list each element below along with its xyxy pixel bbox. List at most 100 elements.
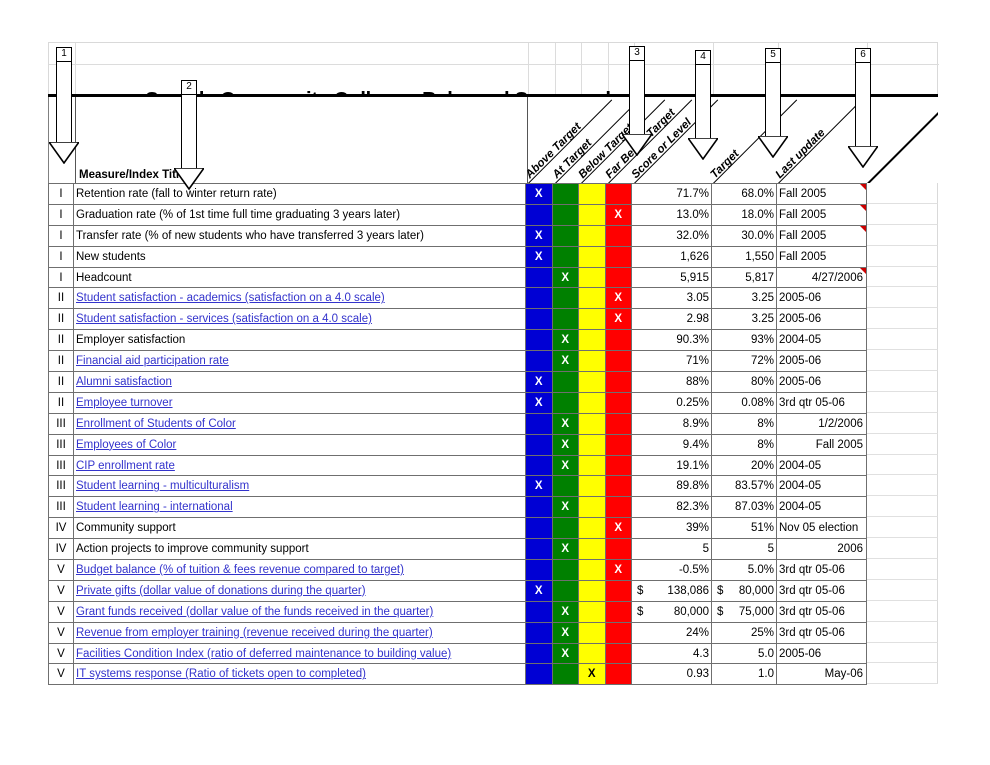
last-update-text: Fall 2005 [779, 208, 827, 221]
cell-at-target [551, 308, 579, 331]
cell-score-or-level: 4.3 [631, 642, 712, 665]
cell-above-target: X [525, 245, 553, 268]
cell-goal: V [48, 642, 74, 665]
table-row: I Retention rate (fall to winter return r… [48, 183, 867, 205]
cell-last-update: 4/27/2006 [776, 266, 867, 289]
cell-at-target [551, 183, 579, 205]
cell-measure-title[interactable]: IT systems response (Ratio of tickets op… [73, 663, 526, 686]
cell-measure-title[interactable]: Private gifts (dollar value of donations… [73, 579, 526, 602]
table-row: II Financial aid participation rate X 71% 72… [48, 350, 867, 373]
cell-measure-title[interactable]: Financial aid participation rate [73, 350, 526, 373]
callout-number: 2 [181, 80, 197, 95]
cell-last-update: 2004-05 [776, 496, 867, 519]
comment-marker-icon[interactable] [860, 184, 866, 190]
cell-score-or-level: 90.3% [631, 329, 712, 352]
cell-score-or-level: 5 [631, 538, 712, 561]
callout-arrow-5: 5 [758, 48, 788, 158]
cell-at-target [551, 663, 579, 686]
comment-marker-icon[interactable] [860, 205, 866, 211]
cell-at-target [551, 287, 579, 310]
last-update-text: 3rd qtr 05-06 [779, 396, 845, 409]
cell-far-below-target [604, 454, 632, 477]
cell-measure-title[interactable]: Grant funds received (dollar value of th… [73, 600, 526, 623]
target-value: 80,000 [738, 584, 774, 597]
cell-above-target: X [525, 579, 553, 602]
cell-last-update: 3rd qtr 05-06 [776, 391, 867, 414]
cell-target: 93% [711, 329, 777, 352]
cell-at-target [551, 579, 579, 602]
empty-cell [866, 579, 938, 601]
score-value: 138,086 [667, 584, 709, 597]
score-value: 80,000 [673, 605, 709, 618]
cell-goal: III [48, 433, 74, 456]
cell-measure-title[interactable]: Budget balance (% of tuition & fees reve… [73, 559, 526, 581]
cell-measure-title[interactable]: Student learning - international [73, 496, 526, 519]
cell-last-update: 3rd qtr 05-06 [776, 579, 867, 602]
cell-below-target [578, 183, 606, 205]
scorecard-table: I Retention rate (fall to winter return r… [48, 183, 867, 686]
cell-target: 1.0 [711, 663, 777, 686]
empty-cell [866, 371, 938, 392]
cell-goal: II [48, 350, 74, 373]
cell-measure-title[interactable]: Employees of Color [73, 433, 526, 456]
cell-measure-title[interactable]: Enrollment of Students of Color [73, 412, 526, 435]
cell-last-update: 3rd qtr 05-06 [776, 600, 867, 623]
cell-goal: II [48, 371, 74, 393]
cell-below-target [578, 350, 606, 373]
cell-far-below-target [604, 663, 632, 686]
cell-above-target [525, 308, 553, 331]
cell-far-below-target: X [604, 308, 632, 331]
cell-below-target [578, 517, 606, 540]
cell-measure-title[interactable]: Student satisfaction - academics (satisf… [73, 287, 526, 310]
cell-at-target: X [551, 454, 579, 477]
comment-marker-icon[interactable] [860, 226, 866, 232]
cell-target: $75,000 [711, 600, 777, 623]
cell-measure-title[interactable]: CIP enrollment rate [73, 454, 526, 477]
empty-cell [866, 224, 938, 246]
cell-far-below-target: X [604, 287, 632, 310]
cell-measure-title[interactable]: Alumni satisfaction [73, 371, 526, 393]
last-update-text: Fall 2005 [815, 438, 863, 451]
cell-measure-title[interactable]: Student learning - multiculturalism [73, 475, 526, 498]
cell-score-or-level: 32.0% [631, 224, 712, 247]
table-row: III Enrollment of Students of Color X 8.9% 8… [48, 412, 867, 435]
cell-measure-title: Headcount [73, 266, 526, 289]
comment-marker-icon[interactable] [860, 268, 866, 274]
table-row: II Employee turnover X 0.25% 0.08% 3rd qtr 05… [48, 391, 867, 414]
cell-above-target [525, 600, 553, 623]
cell-measure-title[interactable]: Facilities Condition Index (ratio of def… [73, 642, 526, 665]
empty-cell [866, 642, 938, 664]
cell-above-target [525, 496, 553, 519]
table-row: V Budget balance (% of tuition & fees rev… [48, 559, 867, 581]
cell-measure-title[interactable]: Revenue from employer training (revenue … [73, 621, 526, 644]
cell-below-target [578, 475, 606, 498]
cell-target: $80,000 [711, 579, 777, 602]
empty-cell [866, 203, 938, 225]
cell-target: 1,550 [711, 245, 777, 268]
last-update-text: 2005-06 [779, 292, 822, 305]
cell-goal: IV [48, 538, 74, 561]
cell-above-target [525, 203, 553, 226]
last-update-text: 2005-06 [779, 647, 822, 660]
callout-arrowhead-icon [49, 142, 79, 164]
cell-measure-title[interactable]: Employee turnover [73, 391, 526, 414]
cell-above-target [525, 287, 553, 310]
callout-number: 5 [765, 48, 781, 63]
cell-at-target: X [551, 621, 579, 644]
currency-symbol: $ [717, 584, 724, 597]
cell-goal: I [48, 266, 74, 289]
cell-below-target [578, 642, 606, 665]
last-update-text: 2006 [837, 543, 863, 556]
empty-cell [866, 600, 938, 622]
cell-last-update: 2005-06 [776, 287, 867, 310]
cell-far-below-target [604, 642, 632, 665]
cell-at-target: X [551, 266, 579, 289]
header-measure-label: Measure/Index Title [79, 169, 186, 181]
table-row: III Student learning - international X 82.3… [48, 496, 867, 519]
cell-score-or-level: 8.9% [631, 412, 712, 435]
cell-measure-title[interactable]: Student satisfaction - services (satisfa… [73, 308, 526, 331]
cell-score-or-level: 13.0% [631, 203, 712, 226]
table-row: III Employees of Color X 9.4% 8% Fall 2005 [48, 433, 867, 456]
cell-below-target [578, 559, 606, 581]
cell-goal: III [48, 412, 74, 435]
